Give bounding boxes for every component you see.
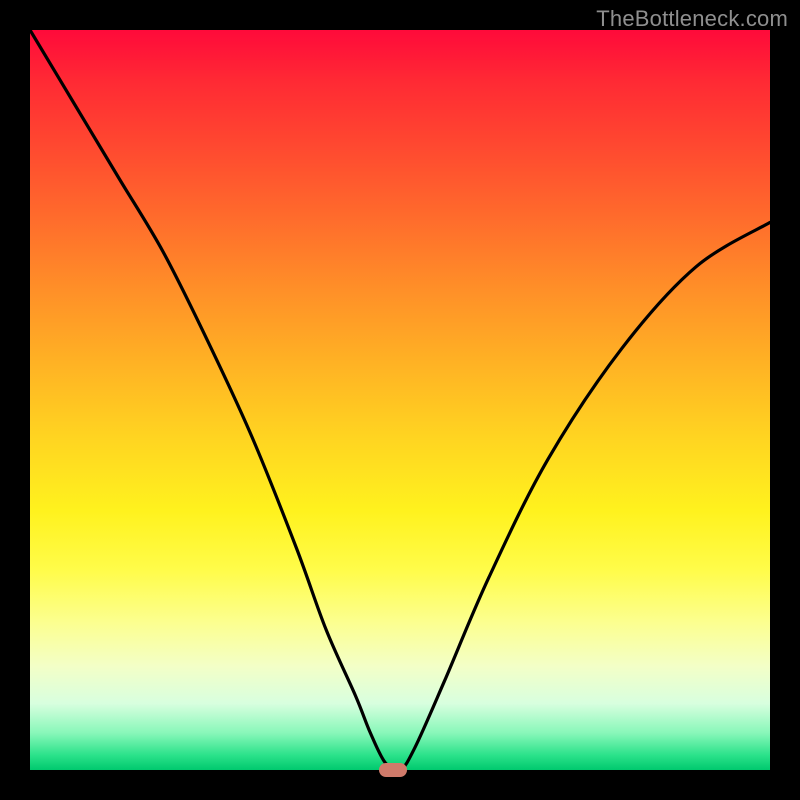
min-marker [379, 763, 407, 777]
curve-svg [30, 30, 770, 770]
watermark-text: TheBottleneck.com [596, 6, 788, 32]
bottleneck-curve [30, 30, 770, 771]
chart-frame: TheBottleneck.com [0, 0, 800, 800]
plot-area [30, 30, 770, 770]
